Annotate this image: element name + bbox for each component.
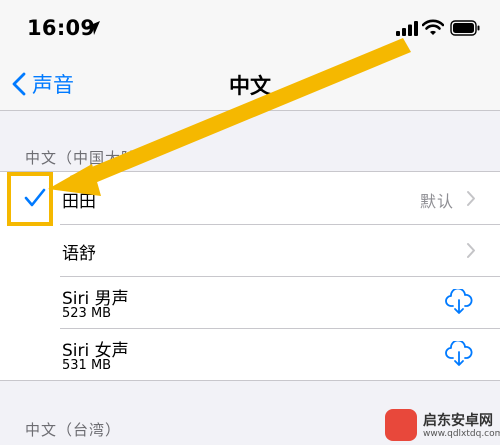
watermark-title: 启东安卓网 — [423, 413, 493, 429]
default-badge: 默认 — [419, 192, 454, 211]
watermark-url: www.qdlxtdq.com — [423, 429, 500, 439]
cloud-download-icon[interactable] — [445, 289, 473, 315]
section-header-mainland: 中文（中国大陆） — [25, 149, 154, 167]
navigation-bar: 声音 中文 — [0, 58, 500, 111]
watermark-logo-icon — [385, 409, 417, 441]
voice-label: 语舒 — [62, 244, 96, 264]
status-bar: 16:09 — [0, 0, 500, 58]
voice-size: 531 MB — [62, 358, 112, 373]
site-watermark: 启东安卓网 www.qdlxtdq.com — [385, 407, 500, 443]
wifi-icon — [422, 19, 444, 35]
battery-icon — [450, 20, 480, 36]
voice-row-yushu[interactable]: 语舒 — [0, 224, 500, 276]
voice-row-siri-female[interactable]: Siri 女声 531 MB — [0, 328, 500, 380]
voice-row-tiantian[interactable]: 田田 默认 — [0, 172, 500, 224]
voice-size: 523 MB — [62, 306, 112, 321]
voice-label: 田田 — [62, 192, 96, 212]
chevron-right-icon — [467, 191, 475, 206]
page-title: 中文 — [229, 74, 271, 98]
location-arrow-icon — [86, 21, 100, 35]
voice-list: 田田 默认 语舒 Siri 男声 523 MB Siri 女声 531 MB — [0, 171, 500, 381]
voice-row-siri-male[interactable]: Siri 男声 523 MB — [0, 276, 500, 328]
cellular-signal-icon — [396, 21, 418, 36]
section-header-taiwan: 中文（台湾） — [25, 421, 122, 439]
cloud-download-icon[interactable] — [445, 341, 473, 367]
highlight-box — [7, 172, 53, 226]
chevron-right-icon — [467, 243, 475, 258]
